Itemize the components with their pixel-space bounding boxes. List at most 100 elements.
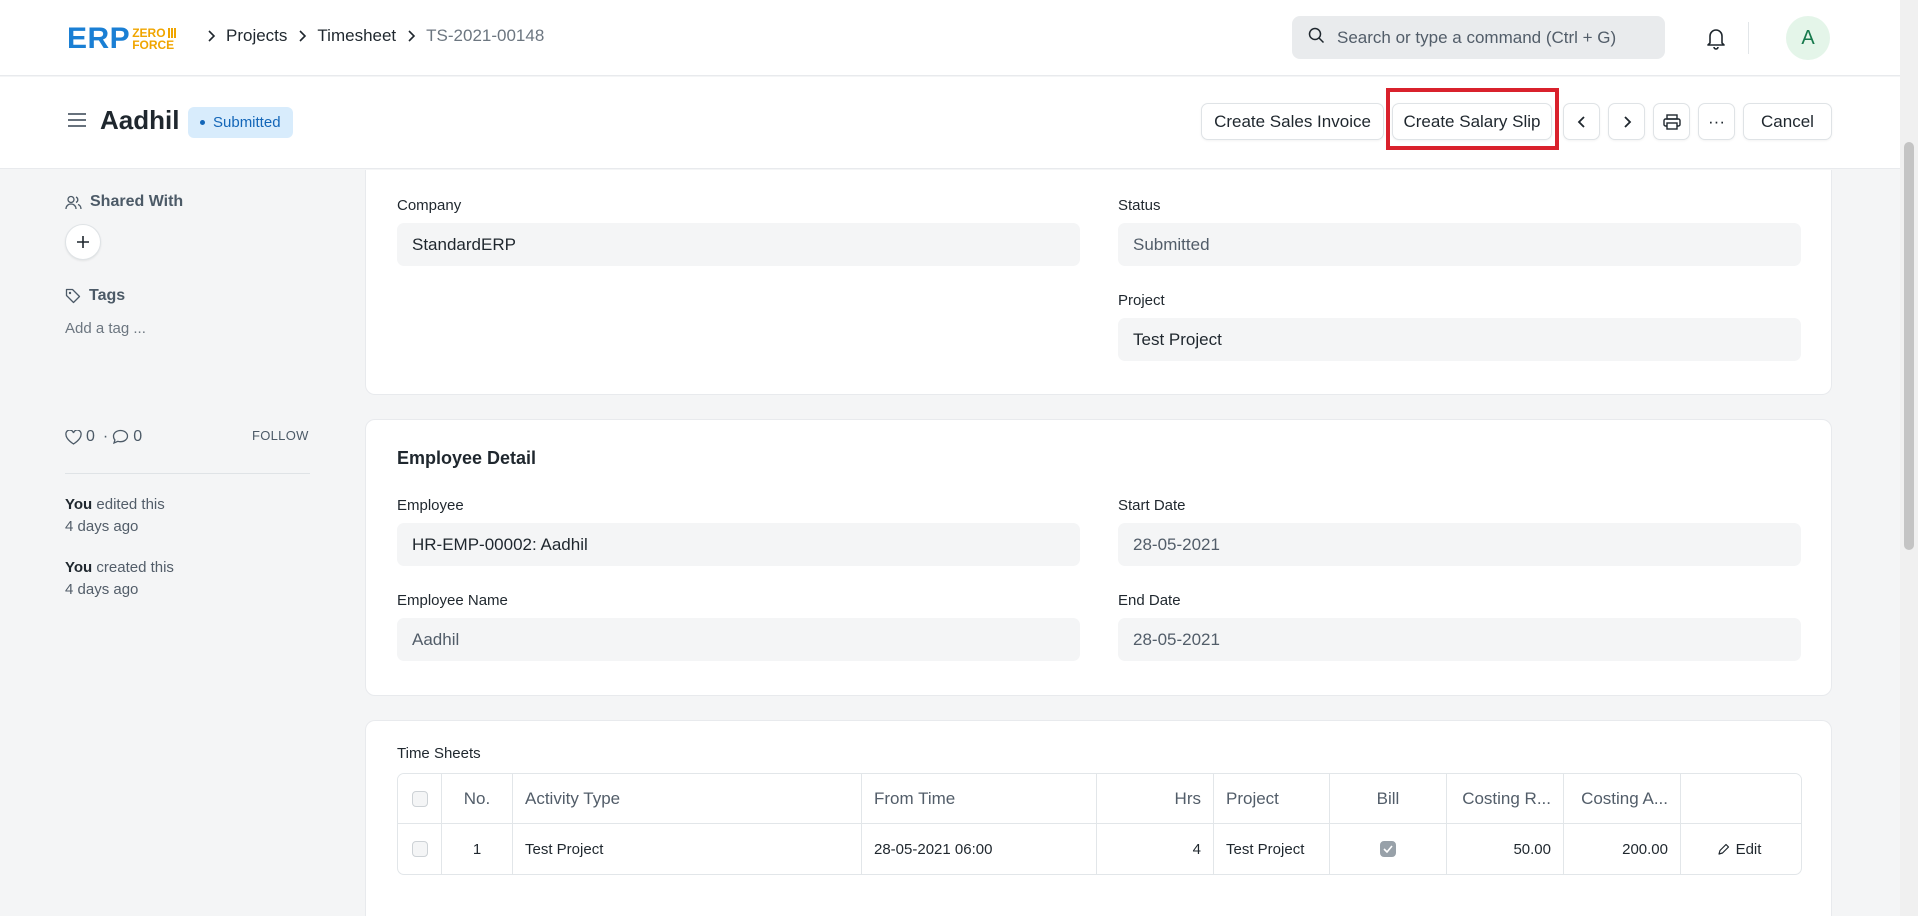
create-sales-invoice-button[interactable]: Create Sales Invoice <box>1201 103 1384 140</box>
chevron-right-icon <box>297 29 307 43</box>
sidebar-divider <box>65 473 310 474</box>
column-header-activity-type: Activity Type <box>513 774 862 823</box>
activity-action: created this <box>96 559 174 576</box>
column-header-costing-amount: Costing A... <box>1564 774 1681 823</box>
bill-checkbox[interactable] <box>1380 841 1396 857</box>
shared-with-heading: Shared With <box>65 193 183 211</box>
comment-icon[interactable] <box>112 429 129 445</box>
page-scrollbar[interactable] <box>1900 0 1918 916</box>
status-badge: Submitted <box>188 107 293 138</box>
row-select-checkbox[interactable] <box>411 841 428 857</box>
search-icon <box>1308 27 1325 49</box>
more-actions-button[interactable]: ··· <box>1698 103 1735 140</box>
time-sheets-heading: Time Sheets <box>397 745 481 762</box>
end-date-label: End Date <box>1118 592 1181 609</box>
add-tag-link[interactable]: Add a tag ... <box>65 320 146 337</box>
pencil-icon <box>1717 843 1729 855</box>
end-date-field[interactable]: 28-05-2021 <box>1118 618 1801 661</box>
column-header-from-time: From Time <box>862 774 1097 823</box>
project-field[interactable]: Test Project <box>1118 318 1801 361</box>
checkmark-icon <box>1383 845 1393 853</box>
printer-icon <box>1662 113 1681 130</box>
table-header-row: No. Activity Type From Time Hrs Project … <box>398 774 1801 824</box>
search-input[interactable] <box>1337 27 1637 48</box>
print-button[interactable] <box>1653 103 1690 140</box>
employee-detail-card: Employee Detail Employee HR-EMP-00002: A… <box>365 419 1832 696</box>
breadcrumb-timesheet[interactable]: Timesheet <box>317 26 396 46</box>
next-record-button[interactable] <box>1608 103 1645 140</box>
tags-heading: Tags <box>65 287 125 305</box>
employee-name-label: Employee Name <box>397 592 508 609</box>
employee-detail-heading: Employee Detail <box>397 448 537 468</box>
cell-hrs[interactable]: 4 <box>1097 824 1214 874</box>
breadcrumb-current: TS-2021-00148 <box>426 26 545 45</box>
users-icon <box>65 195 82 209</box>
chevron-left-icon <box>1577 115 1585 128</box>
activity-time: 4 days ago <box>65 518 139 535</box>
chevron-right-icon <box>1623 115 1631 128</box>
top-navbar: ERP ZERO FORCE Projects Timesheet TS-202… <box>0 0 1900 76</box>
tag-icon <box>65 288 81 304</box>
cell-project[interactable]: Test Project <box>1214 824 1330 874</box>
start-date-field[interactable]: 28-05-2021 <box>1118 523 1801 566</box>
notifications-bell-icon[interactable] <box>1704 25 1728 51</box>
heart-icon[interactable] <box>65 429 82 445</box>
column-header-no: No. <box>442 774 513 823</box>
breadcrumb-projects[interactable]: Projects <box>226 26 287 46</box>
column-header-hrs: Hrs <box>1097 774 1214 823</box>
previous-record-button[interactable] <box>1563 103 1600 140</box>
shared-with-label: Shared With <box>90 193 184 210</box>
page-header: Aadhil Submitted Create Sales Invoice Cr… <box>0 77 1900 169</box>
likes-count: 0 <box>86 428 95 445</box>
company-label: Company <box>397 197 462 214</box>
add-share-button[interactable] <box>65 224 101 260</box>
start-date-label: Start Date <box>1118 497 1186 514</box>
edit-row-label: Edit <box>1735 840 1762 858</box>
activity-action: edited this <box>96 496 165 513</box>
edit-row-button[interactable]: Edit <box>1717 840 1762 858</box>
column-header-bill: Bill <box>1330 774 1447 823</box>
employee-label: Employee <box>397 497 464 514</box>
project-label: Project <box>1118 292 1165 309</box>
cell-costing-amount[interactable]: 200.00 <box>1564 824 1681 874</box>
cell-no: 1 <box>442 824 513 874</box>
logo-text-force: FORCE <box>132 38 175 52</box>
cell-costing-rate[interactable]: 50.00 <box>1447 824 1564 874</box>
activity-item: You edited this 4 days ago <box>65 494 165 538</box>
navbar-divider <box>1748 22 1749 54</box>
activity-time: 4 days ago <box>65 581 139 598</box>
highlight-annotation-box <box>1386 88 1559 150</box>
column-header-costing-rate: Costing R... <box>1447 774 1564 823</box>
status-badge-label: Submitted <box>213 114 281 131</box>
tags-label: Tags <box>89 287 126 304</box>
activity-user[interactable]: You <box>65 496 92 513</box>
likes-separator: · <box>102 428 109 445</box>
likes-comments: 0 · 0 <box>65 428 146 446</box>
follow-button[interactable]: FOLLOW <box>252 428 309 443</box>
employee-field[interactable]: HR-EMP-00002: Aadhil <box>397 523 1080 566</box>
details-card: Company StandardERP Status Submitted Pro… <box>365 170 1832 395</box>
cancel-button[interactable]: Cancel <box>1743 103 1832 140</box>
comments-count: 0 <box>133 428 143 445</box>
select-all-checkbox[interactable] <box>411 790 428 807</box>
hamburger-menu-icon[interactable] <box>67 112 87 128</box>
company-field[interactable]: StandardERP <box>397 223 1080 266</box>
employee-name-field: Aadhil <box>397 618 1080 661</box>
page-title: Aadhil <box>100 105 180 135</box>
logo-text-erp: ERP <box>67 22 131 55</box>
status-label: Status <box>1118 197 1161 214</box>
user-avatar[interactable]: A <box>1786 16 1830 60</box>
cell-from-time[interactable]: 28-05-2021 06:00 <box>862 824 1097 874</box>
erp-zero-force-logo[interactable]: ERP ZERO FORCE <box>67 24 176 54</box>
cell-activity-type[interactable]: Test Project <box>513 824 862 874</box>
scrollbar-thumb[interactable] <box>1904 142 1914 550</box>
table-row[interactable]: 1 Test Project 28-05-2021 06:00 4 Test P… <box>398 824 1801 874</box>
activity-user[interactable]: You <box>65 559 92 576</box>
breadcrumb: Projects Timesheet TS-2021-00148 <box>196 26 544 46</box>
chevron-right-icon <box>206 29 216 43</box>
plus-icon <box>77 236 89 248</box>
column-header-project: Project <box>1214 774 1330 823</box>
search-bar[interactable] <box>1292 16 1665 59</box>
activity-item: You created this 4 days ago <box>65 557 174 601</box>
chevron-right-icon <box>406 29 416 43</box>
